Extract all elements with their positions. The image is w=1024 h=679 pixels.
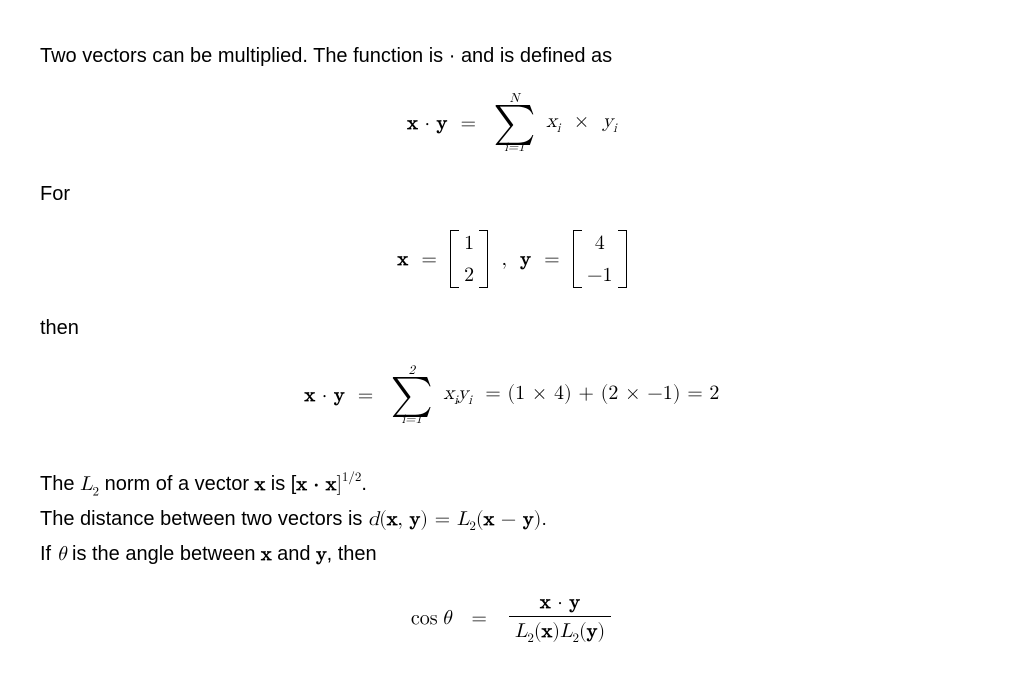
x-label: x: [397, 247, 408, 271]
equation-vectors: x = 1 2 , y = 4 −1: [40, 230, 984, 288]
angle-text: If θ is the angle between x and y, then: [40, 538, 984, 570]
fraction-denominator: L2(x)L2(y): [509, 617, 611, 647]
theta-sym: θ: [57, 544, 67, 564]
fraction-numerator: x · y: [509, 590, 611, 617]
ex-y: y: [334, 385, 345, 405]
times-icon: ×: [574, 111, 590, 131]
expansion: = (1 × 4) + (2 × −1) = 2: [485, 383, 719, 403]
theta-sym2: θ: [442, 608, 452, 628]
den-sub1: 2: [527, 632, 534, 645]
num-y: y: [569, 592, 580, 612]
xiyi: xiyi: [444, 383, 472, 403]
x-sym: x: [255, 474, 266, 494]
eq-sign: =: [421, 249, 437, 269]
equation-cosine: cos θ = x · y L2(x)L2(y): [40, 590, 984, 647]
sym-x: x: [407, 113, 418, 133]
num-x: x: [540, 592, 551, 612]
d-sym: d: [368, 509, 379, 529]
txt: If: [40, 543, 57, 565]
den-y: y: [587, 621, 598, 641]
y-entry-1: 4: [595, 232, 605, 254]
l2-norm-text: The L2 norm of a vector x is [x · x]1/2.: [40, 468, 984, 503]
vector-y: 4 −1: [573, 230, 627, 288]
vector-x: 1 2: [450, 230, 488, 288]
y-entry-2: −1: [587, 264, 613, 286]
sym-eq: =: [461, 113, 477, 133]
num-dot: ·: [557, 592, 563, 612]
txt: .: [361, 473, 367, 495]
fraction: x · y L2(x)L2(y): [509, 590, 611, 647]
sigma-block-2: 2 ∑ i=1: [391, 364, 433, 426]
txt: The distance between two vectors is: [40, 508, 368, 530]
txt: is [: [265, 473, 296, 495]
den-L1: L: [515, 621, 528, 641]
sym-dot: ·: [424, 113, 430, 133]
txt: The: [40, 473, 80, 495]
ex-x: x: [305, 385, 316, 405]
sigma-icon: ∑: [493, 105, 535, 141]
txt: is the angle between: [66, 543, 261, 565]
distance-text: The distance between two vectors is d(x,…: [40, 503, 984, 538]
sigma-block: N ∑ i=1: [493, 92, 535, 154]
txt: norm of a vector: [99, 473, 255, 495]
ex-dot: ·: [322, 385, 328, 405]
xx-sym: x · x: [296, 474, 336, 494]
den-L2: L: [560, 621, 573, 641]
yi: y: [603, 111, 614, 131]
xi-sub: i: [557, 122, 561, 135]
intro-text: Two vectors can be multiplied. The funct…: [40, 40, 984, 72]
den-sub2: 2: [572, 632, 579, 645]
cos-sym: cos: [411, 608, 438, 628]
eq-sign-3: =: [471, 608, 487, 628]
equation-dot-definition: x · y = N ∑ i=1 xi × yi: [40, 92, 984, 154]
x-sym2: x: [261, 544, 272, 564]
for-text: For: [40, 178, 984, 210]
y-label: y: [520, 247, 531, 271]
den-x: x: [542, 621, 553, 641]
x-entry-1: 1: [464, 232, 474, 254]
sigma-icon-2: ∑: [391, 377, 433, 413]
txt: , then: [327, 543, 377, 565]
exp-half: 1/2: [342, 471, 362, 484]
y-sym2: y: [316, 544, 327, 564]
ex-eq: =: [358, 385, 374, 405]
x-entry-2: 2: [464, 264, 474, 286]
xi: x: [546, 111, 557, 131]
comma: ,: [501, 249, 507, 269]
yi-sub: i: [613, 122, 617, 135]
d-args: (x, y) = L2(x − y).: [379, 509, 547, 529]
txt: and: [272, 543, 316, 565]
eq-sign-2: =: [544, 249, 560, 269]
L-sym: L: [80, 474, 93, 494]
then-text: then: [40, 312, 984, 344]
equation-dot-example: x · y = 2 ∑ i=1 xiyi = (1 × 4) + (2 × −1…: [40, 364, 984, 426]
sym-y: y: [437, 113, 448, 133]
